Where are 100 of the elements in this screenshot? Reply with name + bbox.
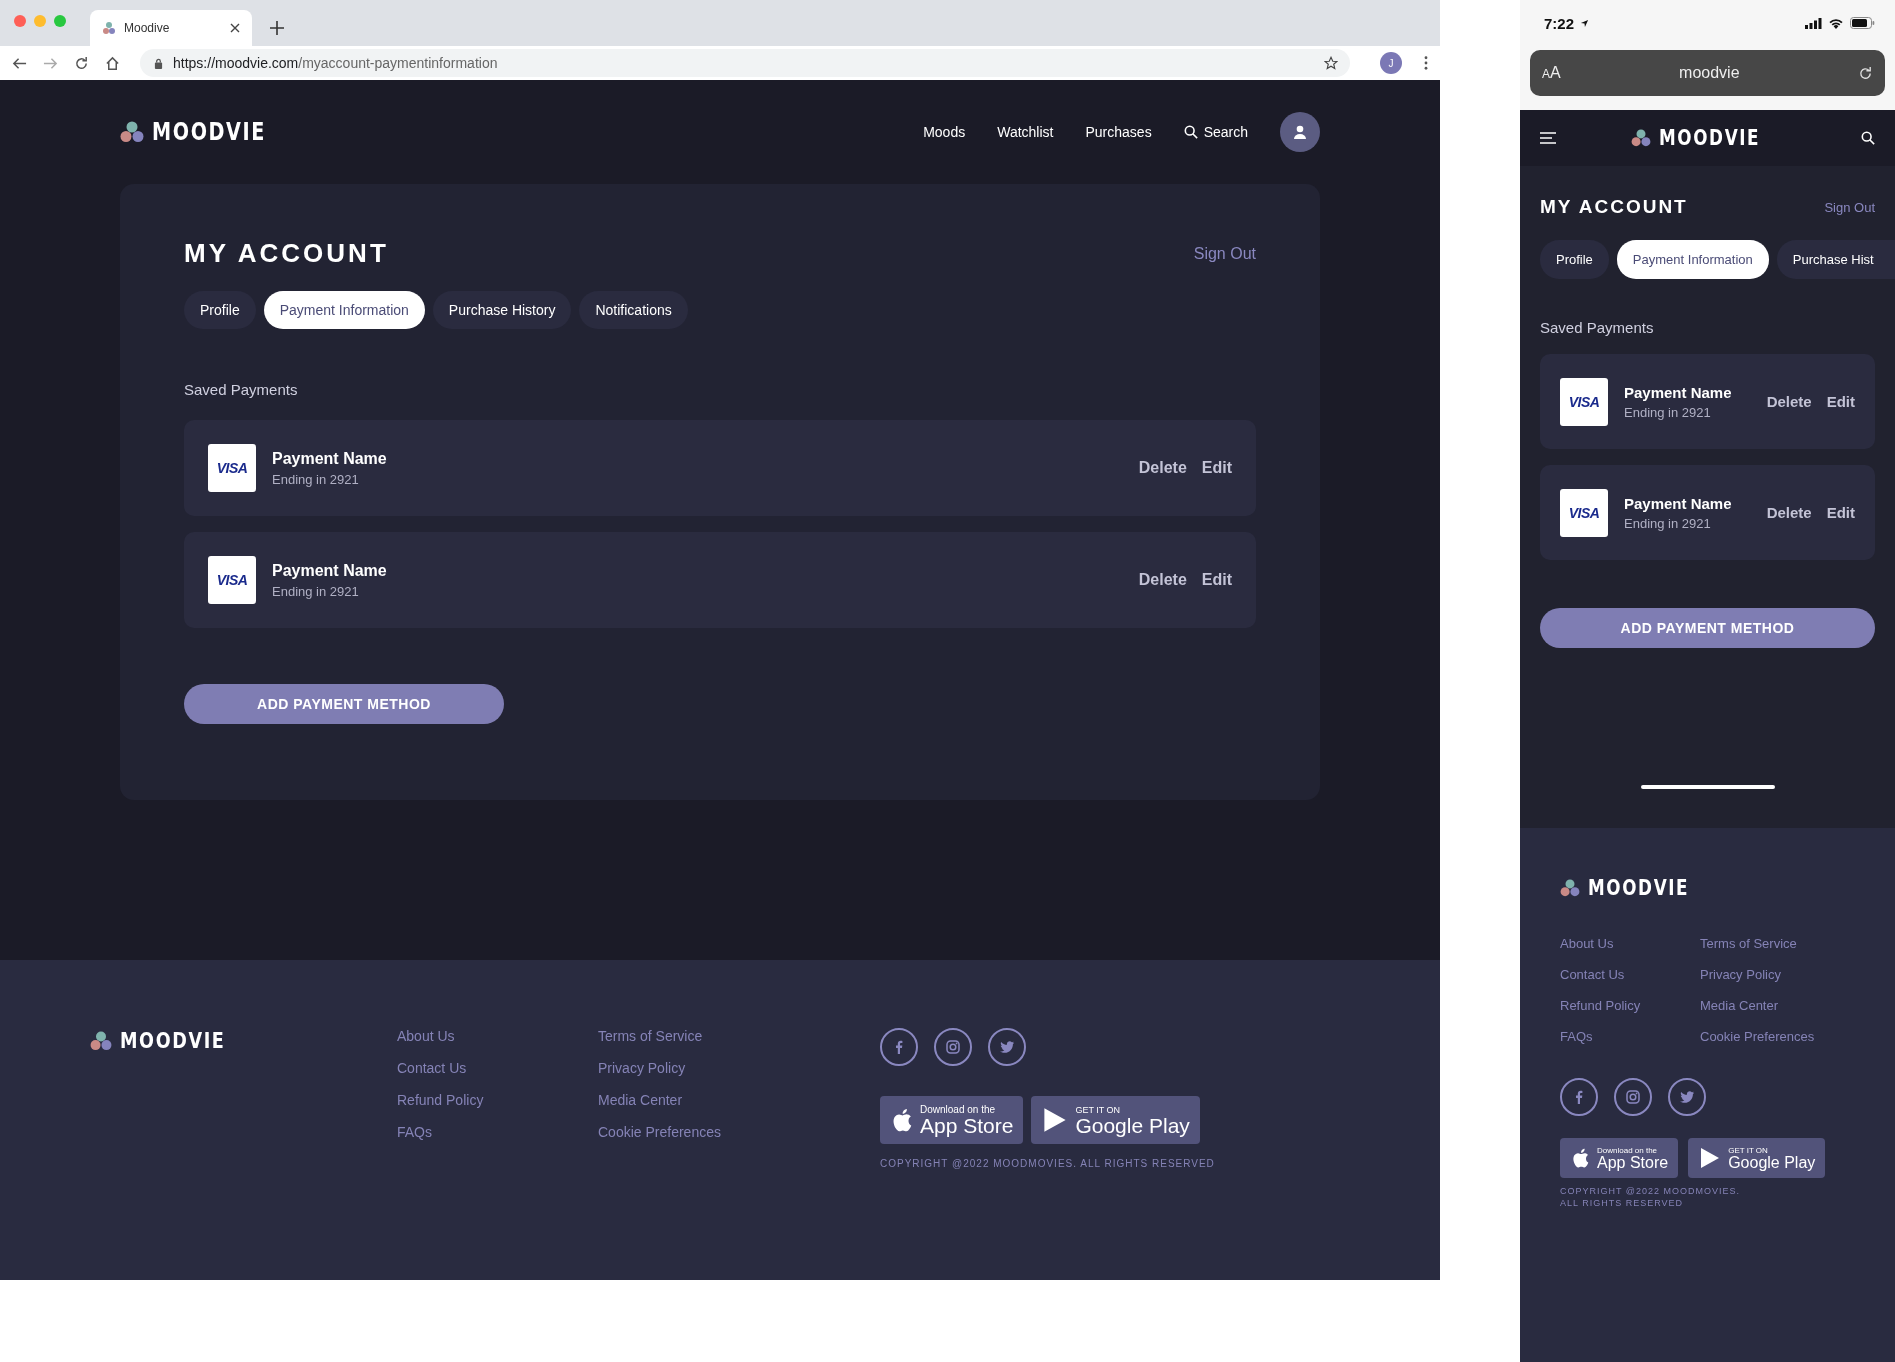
search-icon bbox=[1183, 125, 1198, 139]
footer-link[interactable]: Media Center bbox=[1700, 998, 1840, 1013]
card-logo: VISA bbox=[1560, 488, 1608, 537]
f-letter-icon[interactable] bbox=[880, 1028, 918, 1066]
copyright-text: COPYRIGHT @2022 MOODMOVIES. bbox=[1560, 1186, 1741, 1196]
copyright-text: ALL RIGHTS RESERVED bbox=[1560, 1198, 1685, 1208]
tab-title: Moodive bbox=[124, 21, 171, 35]
star-icon[interactable] bbox=[1324, 56, 1338, 70]
payment-action-link[interactable]: Delete bbox=[1766, 504, 1812, 521]
f-letter-icon[interactable] bbox=[1560, 1078, 1598, 1116]
sign-out-link[interactable]: Sign Out bbox=[1824, 199, 1875, 215]
bird-icon[interactable] bbox=[988, 1028, 1026, 1066]
kebab-menu-icon[interactable] bbox=[1424, 56, 1428, 70]
new-tab-icon[interactable] bbox=[270, 21, 284, 35]
logo-text[interactable]: MOODVIE bbox=[1659, 126, 1761, 150]
footer-link[interactable]: FAQs bbox=[397, 1124, 598, 1140]
card-logo: VISA bbox=[208, 444, 256, 492]
home-icon[interactable] bbox=[105, 55, 120, 71]
badge-caption: Download on the bbox=[1597, 1145, 1659, 1155]
footer-link[interactable]: Refund Policy bbox=[397, 1092, 598, 1108]
payment-action-link[interactable]: Edit bbox=[1201, 459, 1232, 477]
badge-title: Google Play bbox=[1075, 1114, 1190, 1136]
payment-detail: Ending in 2921 bbox=[272, 583, 360, 599]
close-icon[interactable] bbox=[230, 23, 240, 33]
user-avatar[interactable] bbox=[1280, 112, 1320, 152]
payment-detail: Ending in 2921 bbox=[1624, 404, 1712, 420]
badge-title: Google Play bbox=[1728, 1154, 1816, 1171]
camera-icon[interactable] bbox=[934, 1028, 972, 1066]
account-tab[interactable]: Profile bbox=[184, 291, 256, 329]
address-bar[interactable]: https://moodvie.com/myaccount-paymentinformation bbox=[140, 49, 1350, 77]
account-tab[interactable]: Payment Information bbox=[1616, 240, 1769, 279]
app-store-badge[interactable]: Download on the App Store bbox=[1560, 1138, 1679, 1178]
bird-icon[interactable] bbox=[1668, 1078, 1706, 1116]
page-title: MY ACCOUNT bbox=[1540, 196, 1688, 218]
payment-action-link[interactable]: Edit bbox=[1826, 504, 1855, 521]
add-payment-button[interactable]: ADD PAYMENT METHOD bbox=[184, 684, 504, 724]
logo-text[interactable]: MOODVIE bbox=[1588, 876, 1690, 900]
text-size-button[interactable]: AA bbox=[1542, 64, 1561, 82]
logo-text[interactable]: MOODVIE bbox=[152, 118, 266, 146]
badge-caption: Download on the bbox=[920, 1104, 997, 1115]
account-tab[interactable]: Purchase History bbox=[432, 291, 572, 329]
footer-link[interactable]: About Us bbox=[397, 1028, 598, 1044]
camera-icon[interactable] bbox=[1614, 1078, 1652, 1116]
card-logo: VISA bbox=[208, 556, 256, 604]
close-window-dot[interactable] bbox=[14, 15, 26, 27]
footer-link[interactable]: Cookie Preferences bbox=[598, 1124, 880, 1140]
logo-icon bbox=[1631, 129, 1652, 147]
search-link[interactable]: Search bbox=[1183, 124, 1248, 140]
maximize-window-dot[interactable] bbox=[54, 15, 66, 27]
account-tab[interactable]: Payment Information bbox=[263, 291, 425, 329]
footer-link[interactable]: About Us bbox=[1560, 936, 1700, 951]
minimize-window-dot[interactable] bbox=[34, 15, 46, 27]
browser-tab[interactable]: Moodive bbox=[90, 10, 252, 46]
location-arrow-icon bbox=[1580, 18, 1590, 28]
payment-name: Payment Name bbox=[1624, 494, 1733, 512]
account-tab[interactable]: Purchase Hist bbox=[1776, 240, 1895, 279]
footer-link[interactable]: Refund Policy bbox=[1560, 998, 1700, 1013]
footer-link[interactable]: Privacy Policy bbox=[598, 1060, 880, 1076]
apple-icon bbox=[1572, 1148, 1589, 1168]
nav-link[interactable]: Purchases bbox=[1085, 124, 1152, 140]
footer-link[interactable]: Contact Us bbox=[397, 1060, 598, 1076]
badge-title: App Store bbox=[1597, 1154, 1669, 1171]
footer-link[interactable]: Media Center bbox=[598, 1092, 880, 1108]
footer-link[interactable]: Cookie Preferences bbox=[1700, 1029, 1840, 1044]
menu-icon[interactable] bbox=[1540, 132, 1556, 144]
payment-action-link[interactable]: Edit bbox=[1826, 393, 1855, 410]
app-store-badge[interactable]: Download on the App Store bbox=[880, 1096, 1024, 1144]
card-logo: VISA bbox=[1560, 377, 1608, 426]
account-tab[interactable]: Notifications bbox=[579, 291, 688, 329]
payment-action-link[interactable]: Delete bbox=[1138, 571, 1187, 589]
badge-caption: GET IT ON bbox=[1728, 1145, 1769, 1155]
footer-link[interactable]: Contact Us bbox=[1560, 967, 1700, 982]
payment-action-link[interactable]: Delete bbox=[1766, 393, 1812, 410]
reload-icon[interactable] bbox=[74, 55, 89, 71]
search-icon[interactable] bbox=[1861, 131, 1875, 145]
lock-icon bbox=[154, 57, 163, 69]
badge-caption: GET IT ON bbox=[1075, 1104, 1122, 1115]
google-play-badge[interactable]: GET IT ON Google Play bbox=[1031, 1096, 1200, 1144]
footer-link[interactable]: Privacy Policy bbox=[1700, 967, 1840, 982]
payment-name: Payment Name bbox=[272, 449, 388, 468]
footer-link[interactable]: Terms of Service bbox=[1700, 936, 1840, 951]
page-title: MY ACCOUNT bbox=[184, 238, 389, 269]
payment-action-link[interactable]: Delete bbox=[1138, 459, 1187, 477]
add-payment-button[interactable]: ADD PAYMENT METHOD bbox=[1540, 608, 1875, 648]
profile-avatar[interactable]: J bbox=[1380, 52, 1402, 74]
nav-link[interactable]: Watchlist bbox=[997, 124, 1054, 140]
logo-text[interactable]: MOODVIE bbox=[120, 1028, 226, 1053]
reload-icon[interactable] bbox=[1858, 65, 1873, 81]
address-bar[interactable]: AA moodvie bbox=[1530, 50, 1885, 96]
logo-icon bbox=[102, 21, 116, 35]
logo-icon bbox=[1560, 879, 1580, 897]
footer-link[interactable]: FAQs bbox=[1560, 1029, 1700, 1044]
account-tab[interactable]: Profile bbox=[1540, 240, 1609, 279]
logo-icon bbox=[120, 121, 144, 143]
google-play-badge[interactable]: GET IT ON Google Play bbox=[1688, 1138, 1826, 1178]
play-icon bbox=[1043, 1107, 1068, 1133]
nav-link[interactable]: Moods bbox=[923, 124, 966, 140]
footer-link[interactable]: Terms of Service bbox=[598, 1028, 880, 1044]
sign-out-link[interactable]: Sign Out bbox=[1193, 244, 1256, 263]
payment-action-link[interactable]: Edit bbox=[1201, 571, 1232, 589]
